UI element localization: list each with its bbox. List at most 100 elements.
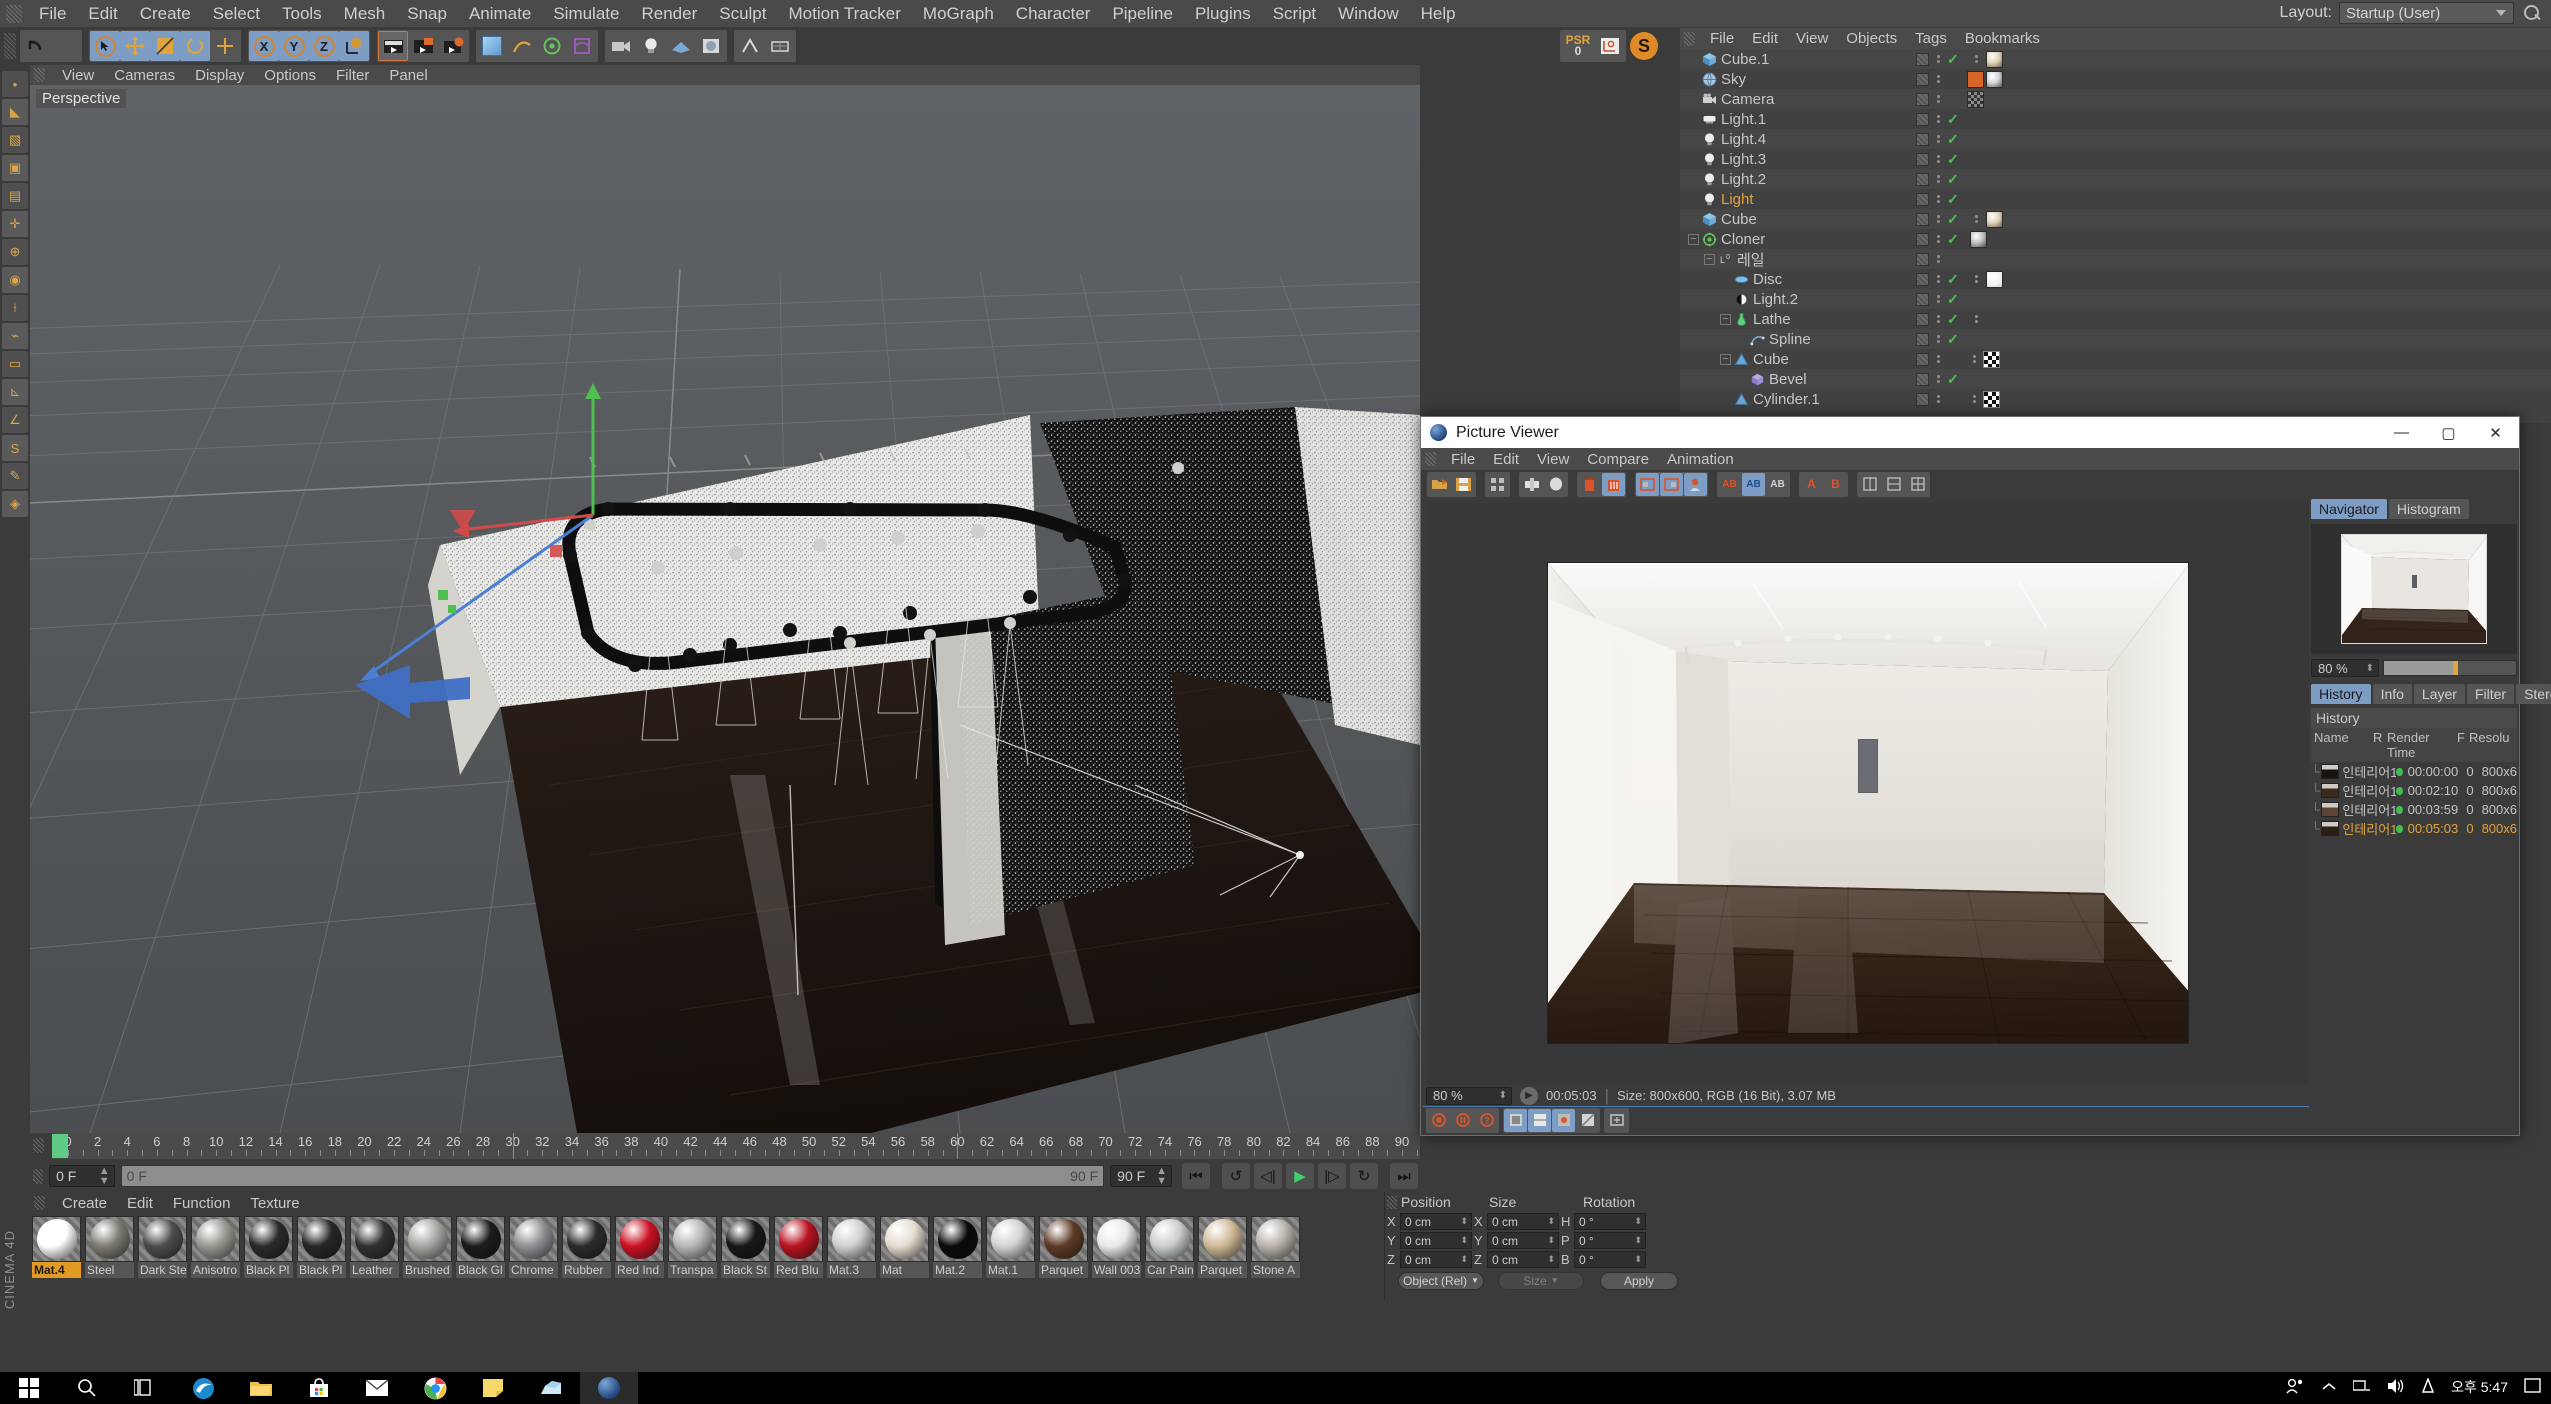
- target-tag-icon[interactable]: [1967, 90, 1984, 108]
- tag-dots-icon[interactable]: [1970, 312, 1984, 326]
- tool-viewport-solo[interactable]: ◉: [2, 267, 28, 293]
- material-name[interactable]: Mat.4: [32, 1262, 81, 1278]
- menu-item-pipeline[interactable]: Pipeline: [1101, 0, 1184, 27]
- object-manager-grip[interactable]: [1684, 31, 1695, 46]
- menu-item-simulate[interactable]: Simulate: [542, 0, 630, 27]
- undo-button[interactable]: [21, 31, 51, 61]
- material-swatch[interactable]: [403, 1216, 452, 1262]
- menu-item-animate[interactable]: Animate: [458, 0, 542, 27]
- world-coordinate-button[interactable]: [339, 31, 369, 61]
- object-row[interactable]: Spline ✓: [1680, 329, 2551, 349]
- enable-toggle-icon[interactable]: [1916, 112, 1929, 126]
- material-item[interactable]: Car Pain: [1145, 1216, 1194, 1278]
- material-item[interactable]: Anisotro: [191, 1216, 240, 1278]
- visibility-dots-icon[interactable]: [1931, 52, 1945, 66]
- spinner-icon[interactable]: ⬍: [1499, 1090, 1507, 1101]
- material-swatch[interactable]: [1251, 1216, 1300, 1262]
- object-name[interactable]: Light.3: [1721, 151, 1766, 168]
- zoom-fit-icon[interactable]: [1605, 1109, 1628, 1132]
- material-menu-texture[interactable]: Texture: [240, 1195, 309, 1212]
- tag-dots-icon[interactable]: [1970, 212, 1984, 226]
- material-name[interactable]: Transpa: [668, 1262, 717, 1278]
- visibility-dots-icon[interactable]: [1931, 212, 1945, 226]
- material-item[interactable]: Black Pl: [297, 1216, 346, 1278]
- timeline-track[interactable]: 0246810121416182022242628303234363840424…: [52, 1133, 1420, 1159]
- enabled-check-icon[interactable]: ✓: [1947, 311, 1959, 328]
- enabled-check-icon[interactable]: ✓: [1947, 191, 1959, 208]
- filter-rgb-icon[interactable]: [1504, 1108, 1527, 1132]
- show-hidden-icons-icon[interactable]: [2321, 1378, 2337, 1398]
- render-region-button[interactable]: [408, 31, 438, 61]
- tag-dots-icon[interactable]: [1970, 52, 1984, 66]
- history-row[interactable]: └인테리어1 *00:05:030800x6: [2311, 819, 2517, 838]
- grid-view-icon[interactable]: [1486, 473, 1509, 496]
- tag-dots-icon[interactable]: [1967, 392, 1981, 406]
- object-menu-tags[interactable]: Tags: [1906, 30, 1956, 47]
- navigator-preview[interactable]: [2311, 524, 2517, 654]
- enable-toggle-icon[interactable]: [1916, 72, 1929, 86]
- object-row[interactable]: Cube ✓: [1680, 209, 2551, 229]
- enabled-check-icon[interactable]: ✓: [1947, 151, 1959, 168]
- material-name[interactable]: Rubber: [562, 1262, 611, 1278]
- material-item[interactable]: Mat.4: [32, 1216, 81, 1278]
- object-name[interactable]: 레일: [1737, 249, 1765, 270]
- material-swatch[interactable]: [1039, 1216, 1088, 1262]
- size-y-field[interactable]: 0 cm ⬍: [1487, 1232, 1559, 1249]
- spline-pen-button[interactable]: [507, 31, 537, 61]
- ime-icon[interactable]: [2421, 1376, 2435, 1398]
- tool-enable-axis[interactable]: ⊕: [2, 239, 28, 265]
- material-item[interactable]: Red Ind: [615, 1216, 664, 1278]
- search-icon[interactable]: [58, 1372, 116, 1404]
- minimize-icon[interactable]: —: [2378, 417, 2425, 448]
- spinner-icon[interactable]: ⬍: [1634, 1235, 1642, 1246]
- position-z-field[interactable]: 0 cm ⬍: [1400, 1251, 1472, 1268]
- timeline-scrubber[interactable]: 0 F 90 F: [120, 1165, 1105, 1187]
- visibility-dots-icon[interactable]: [1931, 372, 1945, 386]
- layout-quad-icon[interactable]: [1906, 473, 1929, 496]
- rotation-b-field[interactable]: 0 ° ⬍: [1574, 1251, 1646, 1268]
- object-name[interactable]: Light.4: [1721, 131, 1766, 148]
- spinner-icon[interactable]: ⬍: [1547, 1216, 1555, 1227]
- layout-dual-icon[interactable]: [1882, 473, 1905, 496]
- spinner-icon[interactable]: ⬍: [1547, 1235, 1555, 1246]
- render-settings-button[interactable]: [438, 31, 468, 61]
- clock[interactable]: 오후 5:47: [2451, 1379, 2508, 1395]
- layout-select[interactable]: Startup (User): [2339, 2, 2514, 24]
- object-tree[interactable]: Cube.1 ✓ Sky Camera Light.1 ✓ Light.4 ✓ Light.3 ✓…: [1680, 49, 2551, 423]
- tool-uv[interactable]: ◈: [2, 491, 28, 517]
- menu-item-plugins[interactable]: Plugins: [1184, 0, 1262, 27]
- onedrive-icon[interactable]: [522, 1372, 580, 1404]
- current-frame-field[interactable]: 0 F ▲ ▼: [49, 1165, 115, 1187]
- timeline-grip[interactable]: [33, 1138, 44, 1153]
- open-image-icon[interactable]: [1428, 473, 1451, 496]
- size-z-field[interactable]: 0 cm ⬍: [1487, 1251, 1559, 1268]
- visibility-dots-icon[interactable]: [1931, 72, 1945, 86]
- size-mode-select[interactable]: Size ▼: [1498, 1271, 1584, 1290]
- visibility-dots-icon[interactable]: [1931, 392, 1945, 406]
- material-swatch[interactable]: [1198, 1216, 1247, 1262]
- menu-item-sculpt[interactable]: Sculpt: [708, 0, 777, 27]
- start-icon[interactable]: [0, 1372, 58, 1404]
- render-view-button[interactable]: [378, 31, 408, 61]
- pv-menu-edit[interactable]: Edit: [1484, 451, 1528, 468]
- file-explorer-icon[interactable]: [232, 1372, 290, 1404]
- material-name[interactable]: Mat.3: [827, 1262, 876, 1278]
- chrome-icon[interactable]: [406, 1372, 464, 1404]
- spinner-icon[interactable]: ⬍: [1634, 1216, 1642, 1227]
- material-name[interactable]: Black St: [721, 1262, 770, 1278]
- object-name[interactable]: Light.2: [1753, 291, 1798, 308]
- volume-icon[interactable]: [2387, 1378, 2405, 1399]
- picture-viewer-grip[interactable]: [1425, 452, 1436, 466]
- material-tag-icon[interactable]: [1985, 50, 2003, 68]
- deformer-button[interactable]: [567, 31, 597, 61]
- material-name[interactable]: Mat.2: [933, 1262, 982, 1278]
- object-row[interactable]: Camera: [1680, 89, 2551, 109]
- material-tag-icon[interactable]: [1969, 230, 1987, 248]
- tool-model-mode[interactable]: ▣: [2, 155, 28, 181]
- enable-toggle-icon[interactable]: [1916, 92, 1929, 106]
- material-name[interactable]: Chrome: [509, 1262, 558, 1278]
- nav-zoom-slider[interactable]: [2383, 660, 2517, 676]
- material-name[interactable]: Leather: [350, 1262, 399, 1278]
- menu-item-character[interactable]: Character: [1005, 0, 1102, 27]
- sky-tag-icon[interactable]: [1986, 70, 2003, 88]
